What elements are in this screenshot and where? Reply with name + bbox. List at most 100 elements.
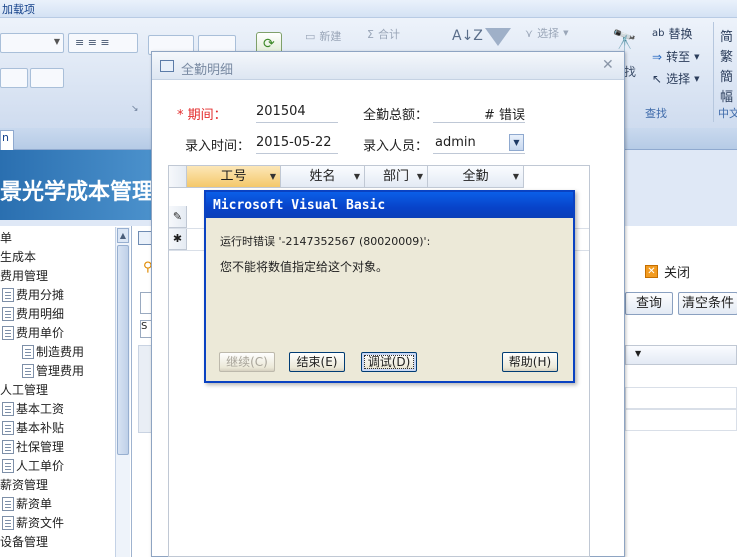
entry-user-label: 录入人员： bbox=[363, 139, 429, 154]
replace-icon: ab bbox=[652, 28, 665, 39]
document-icon bbox=[2, 439, 14, 454]
continue-button[interactable]: 继续(C) bbox=[219, 352, 275, 372]
filter-icon[interactable] bbox=[485, 28, 511, 46]
window-title: 全勤明细 bbox=[181, 63, 234, 78]
column-header[interactable]: 部门 ▼ bbox=[365, 166, 428, 188]
sigma-icon: Σ bbox=[367, 27, 374, 41]
find-group-title: 查找 bbox=[645, 107, 667, 120]
selection-icon: ⋎ bbox=[525, 26, 534, 40]
list-stub bbox=[138, 345, 152, 433]
nav-item[interactable]: 社保管理 bbox=[2, 437, 64, 456]
end-button[interactable]: 结束(E) bbox=[289, 352, 345, 372]
arrow-right-icon: ⇒ bbox=[652, 49, 663, 64]
document-icon bbox=[2, 420, 14, 435]
align-buttons[interactable]: ≡ ≡ ≡ bbox=[68, 33, 138, 53]
document-icon bbox=[2, 287, 14, 302]
document-icon bbox=[2, 401, 14, 416]
replace-button[interactable]: ab 替换 bbox=[652, 25, 693, 42]
column-header[interactable]: 姓名 ▼ bbox=[281, 166, 365, 188]
dropdown-arrow-icon: ▼ bbox=[512, 172, 519, 181]
clear-conditions-button[interactable]: 清空条件 bbox=[678, 292, 737, 315]
nav-item[interactable]: 基本工资 bbox=[2, 399, 64, 418]
nav-item[interactable]: 生成本 bbox=[0, 247, 36, 266]
document-icon bbox=[22, 344, 34, 359]
nav-scrollbar[interactable]: ▲ bbox=[115, 227, 130, 557]
nav-item[interactable]: 薪资单 bbox=[2, 494, 52, 513]
query-button[interactable]: 查询 bbox=[625, 292, 673, 315]
navigation-tree: 单 生成本 费用管理 费用分摊 费用明细 费用单价 制造费用 管理费用 人工管理… bbox=[0, 226, 132, 557]
entry-user-combo[interactable]: admin ▼ bbox=[433, 133, 525, 154]
error-message-text: 您不能将数值指定给这个对象。 bbox=[220, 260, 389, 274]
document-icon bbox=[2, 325, 14, 340]
scroll-up-icon[interactable]: ▲ bbox=[117, 228, 129, 243]
nav-item[interactable]: 人工管理 bbox=[0, 380, 48, 399]
select-all-corner[interactable] bbox=[169, 166, 187, 188]
entry-time-field[interactable]: 2015-05-22 bbox=[256, 135, 338, 154]
entry-time-label: 录入时间： bbox=[185, 139, 251, 154]
find-label[interactable]: 找 bbox=[624, 63, 636, 80]
sort-icon[interactable]: A↓Z bbox=[452, 28, 483, 44]
close-form-button[interactable]: ✕ 关闭 bbox=[645, 262, 690, 281]
help-button[interactable]: 帮助(H) bbox=[502, 352, 558, 372]
nav-item[interactable]: 管理费用 bbox=[22, 361, 84, 380]
period-label: * 期间： bbox=[177, 108, 227, 123]
selection-filter-button[interactable]: ⋎ 选择 ▼ bbox=[525, 25, 568, 41]
font-size-combo[interactable]: ▼ bbox=[0, 33, 64, 53]
dropdown-arrow-icon: ▼ bbox=[416, 172, 423, 181]
group-separator bbox=[713, 22, 714, 122]
nav-item[interactable]: 制造费用 bbox=[22, 342, 84, 361]
select-button[interactable]: ↖ 选择 ▼ bbox=[652, 70, 699, 87]
column-header[interactable]: 工号 ▼ bbox=[187, 166, 281, 188]
form-icon bbox=[160, 60, 174, 72]
period-field[interactable]: 201504 bbox=[256, 104, 338, 123]
vb-error-dialog: Microsoft Visual Basic 运行时错误 '-214735256… bbox=[204, 190, 575, 383]
pencil-icon[interactable]: ✎ bbox=[169, 206, 187, 228]
error-code-text: 运行时错误 '-2147352567 (80020009)': bbox=[220, 235, 431, 248]
binoculars-icon[interactable]: 🔭 bbox=[612, 28, 637, 52]
ribbon-tab-addons[interactable]: 加载项 bbox=[2, 1, 35, 17]
document-icon bbox=[2, 458, 14, 473]
nav-item[interactable]: 费用单价 bbox=[2, 323, 64, 342]
total-field[interactable]: # 错误 bbox=[433, 104, 525, 123]
document-icon bbox=[2, 515, 14, 530]
total-label: 全勤总额： bbox=[363, 108, 429, 123]
gridlines-button[interactable] bbox=[0, 68, 28, 88]
nav-item[interactable]: 费用明细 bbox=[2, 304, 64, 323]
dropdown-arrow-icon: ▼ bbox=[353, 172, 360, 181]
ribbon-tab-row bbox=[0, 0, 737, 18]
chinese-conversion-buttons[interactable]: 简 繁 簡 幅 bbox=[720, 28, 736, 108]
alt-row-button[interactable] bbox=[30, 68, 64, 88]
chinese-group-title: 中文 bbox=[718, 107, 737, 120]
new-icon: ▭ bbox=[305, 29, 316, 43]
results-row[interactable] bbox=[625, 409, 737, 431]
totals-button[interactable]: Σ 合计 bbox=[367, 26, 400, 42]
scroll-thumb[interactable] bbox=[117, 245, 129, 455]
document-icon bbox=[22, 363, 34, 378]
goto-button[interactable]: ⇒ 转至 ▼ bbox=[652, 48, 699, 65]
chevron-down-icon[interactable]: ▼ bbox=[509, 134, 524, 151]
app-banner: 景光学成本管理 bbox=[0, 150, 170, 220]
document-icon bbox=[2, 306, 14, 321]
results-row[interactable] bbox=[625, 387, 737, 409]
nav-item[interactable]: 基本补贴 bbox=[2, 418, 64, 437]
nav-item[interactable]: 薪资文件 bbox=[2, 513, 64, 532]
column-header[interactable]: 全勤 ▼ bbox=[428, 166, 524, 188]
nav-item[interactable]: 设备管理 bbox=[0, 532, 48, 551]
nav-item[interactable]: 费用管理 bbox=[0, 266, 48, 285]
document-icon bbox=[2, 496, 14, 511]
nav-item[interactable]: 人工单价 bbox=[2, 456, 64, 475]
debug-button[interactable]: 调试(D) bbox=[361, 352, 417, 372]
dialog-title[interactable]: Microsoft Visual Basic bbox=[206, 192, 573, 218]
new-row-icon[interactable]: ✱ bbox=[169, 228, 187, 250]
cursor-icon: ↖ bbox=[652, 71, 663, 86]
new-record-button[interactable]: ▭ 新建 bbox=[305, 28, 341, 44]
nav-item[interactable]: 单 bbox=[0, 228, 12, 247]
window-close-icon[interactable]: ✕ bbox=[602, 57, 614, 73]
results-grid-header[interactable]: ▼ bbox=[625, 345, 737, 365]
dropdown-arrow-icon: ▼ bbox=[635, 349, 642, 358]
dialog-launcher-icon[interactable]: ↘ bbox=[131, 104, 139, 114]
document-tab[interactable]: n bbox=[0, 130, 14, 150]
nav-item[interactable]: 费用分摊 bbox=[2, 285, 64, 304]
close-icon: ✕ bbox=[645, 265, 658, 278]
nav-item[interactable]: 薪资管理 bbox=[0, 475, 48, 494]
